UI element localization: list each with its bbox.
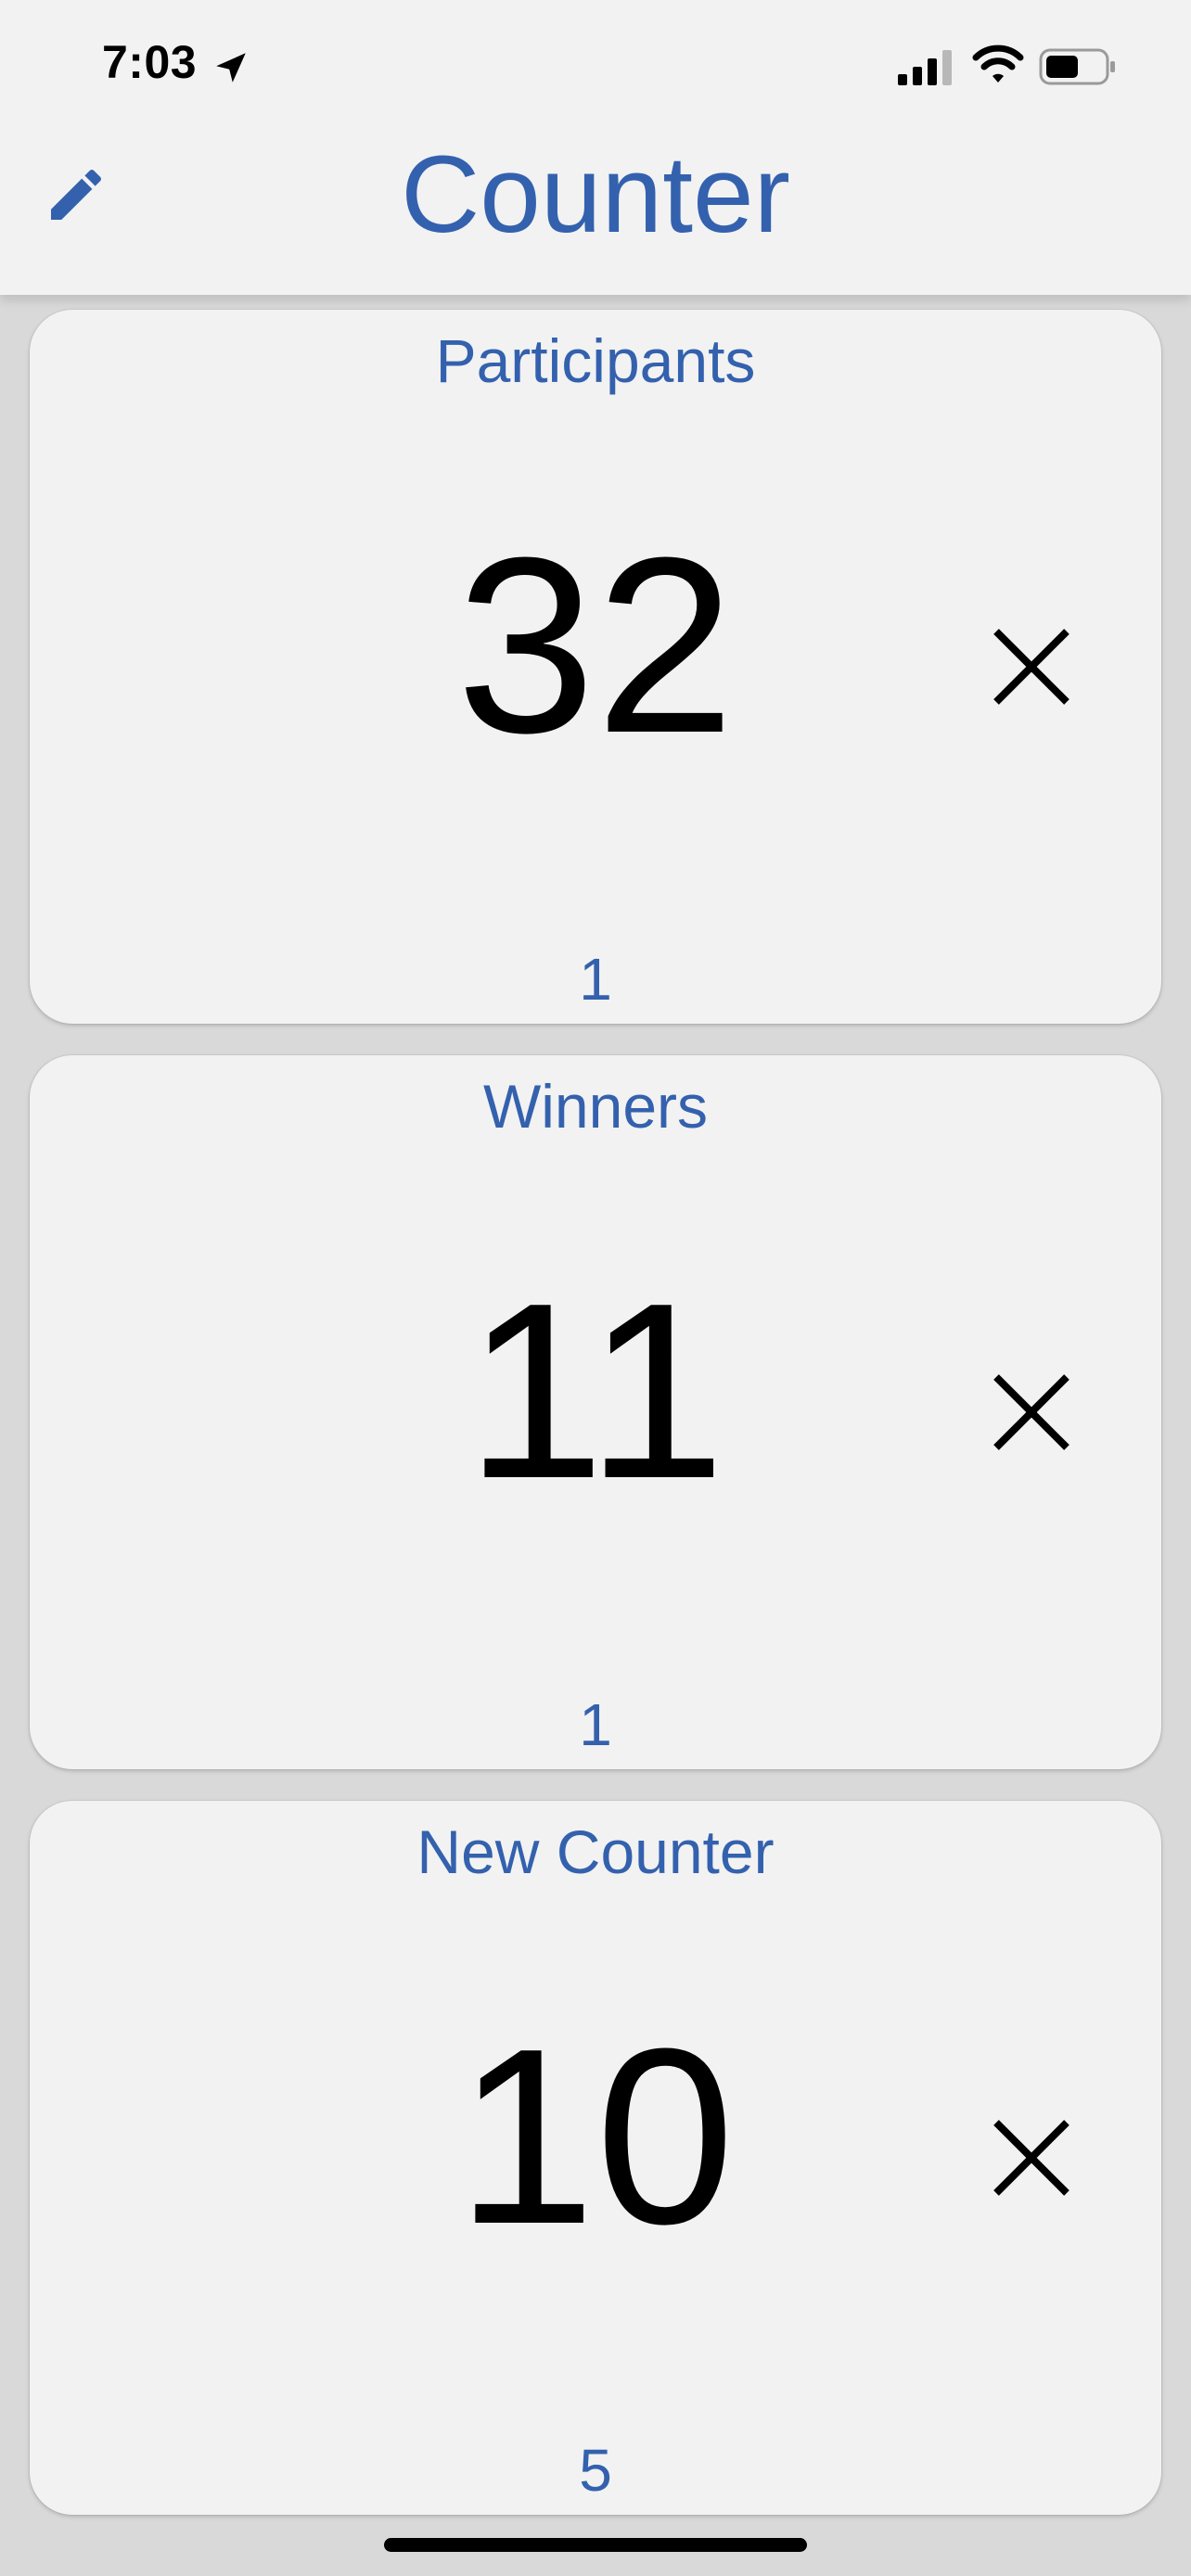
counter-step[interactable]: 1: [30, 942, 1161, 1016]
home-indicator[interactable]: [384, 2538, 807, 2552]
page-title: Counter: [401, 134, 790, 256]
close-icon: [993, 629, 1069, 705]
close-icon: [993, 1374, 1069, 1450]
counter-name[interactable]: Winners: [30, 1065, 1161, 1148]
counter-name[interactable]: Participants: [30, 319, 1161, 402]
counter-card[interactable]: New Counter 10 5: [30, 1801, 1161, 2515]
status-time: 7:03: [102, 36, 198, 88]
counter-step[interactable]: 1: [30, 1688, 1161, 1762]
battery-icon: [1039, 48, 1115, 85]
location-arrow-icon: [216, 53, 246, 83]
app-header: 7:03 Counter: [0, 0, 1191, 295]
status-bar: 7:03: [0, 0, 1191, 130]
counter-card[interactable]: Winners 11 1: [30, 1055, 1161, 1769]
wifi-icon: [972, 45, 1024, 83]
delete-counter-button[interactable]: [985, 1366, 1078, 1459]
counter-step[interactable]: 5: [30, 2433, 1161, 2507]
close-icon: [993, 2120, 1069, 2196]
cellular-signal-icon: [898, 50, 952, 85]
counter-name[interactable]: New Counter: [30, 1810, 1161, 1894]
counter-card[interactable]: Participants 32 1: [30, 310, 1161, 1024]
delete-counter-button[interactable]: [985, 620, 1078, 713]
delete-counter-button[interactable]: [985, 2111, 1078, 2204]
